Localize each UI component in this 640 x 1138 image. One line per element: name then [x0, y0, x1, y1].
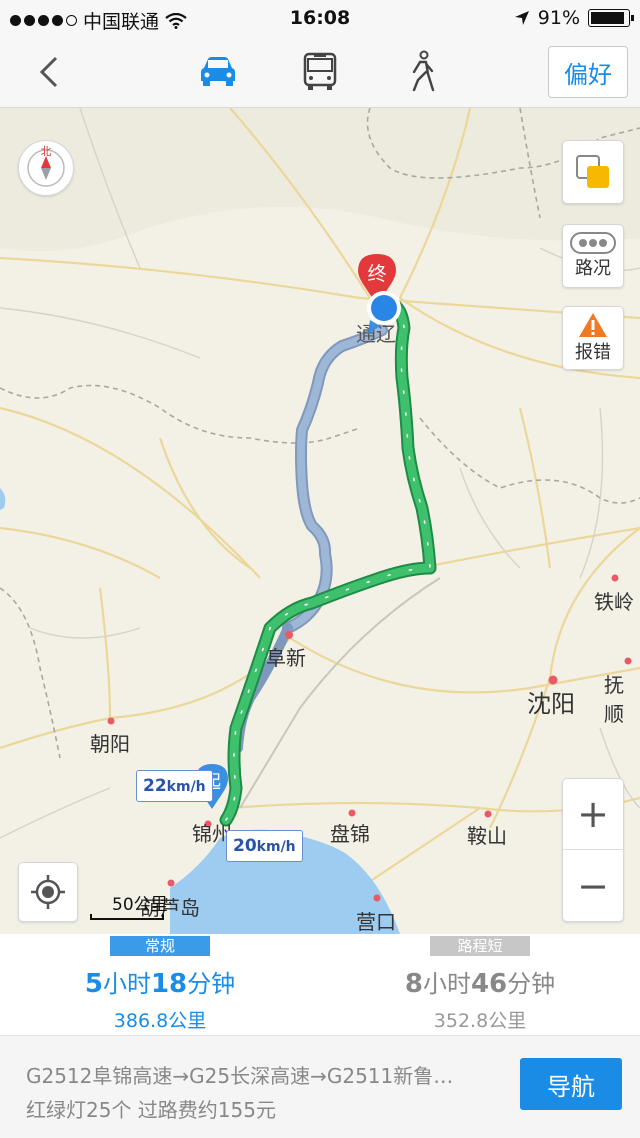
compass-button[interactable]: 北: [18, 140, 74, 196]
speed-tag: 20km/h: [226, 830, 303, 862]
scale-label: 50公里: [112, 895, 168, 915]
report-button[interactable]: 报错: [562, 306, 624, 370]
traffic-button[interactable]: 路况: [562, 224, 624, 288]
back-button[interactable]: [32, 50, 72, 94]
zoom-out-button[interactable]: −: [562, 850, 624, 921]
scale-bar: 50公里: [90, 890, 168, 920]
traffic-icon: [570, 232, 616, 254]
layers-icon: [576, 155, 609, 188]
battery-percent: 91%: [537, 7, 580, 29]
route-option-short[interactable]: 路程短 8小时46分钟 352.8公里: [320, 934, 640, 1036]
route-tag: 路程短: [430, 936, 530, 956]
layers-button[interactable]: [562, 140, 624, 204]
road-summary: G2512阜锦高速→G25长深高速→G2511新鲁…: [26, 1064, 454, 1088]
route-duration: 5小时18分钟: [84, 969, 236, 999]
route-option-normal[interactable]: 常规 5小时18分钟 386.8公里: [0, 934, 320, 1036]
report-label: 报错: [575, 342, 611, 363]
map-base: [0, 108, 640, 934]
preference-button[interactable]: 偏好: [548, 46, 628, 98]
city-yingkou: 营口: [356, 910, 396, 934]
speed-tag: 22km/h: [136, 770, 213, 802]
chevron-left-icon: [39, 56, 58, 88]
nav-bar: 偏好: [0, 36, 640, 108]
mode-car-button[interactable]: [194, 50, 242, 94]
route-distance: 386.8公里: [113, 1010, 207, 1032]
battery-icon: [588, 9, 634, 27]
locate-button[interactable]: [18, 862, 78, 922]
city-chaoyang: 朝阳: [90, 732, 130, 756]
route-tag: 常规: [110, 936, 210, 956]
walk-icon: [412, 50, 435, 92]
map-view[interactable]: 阜新 朝阳 锦州 葫芦岛 盘锦 鞍山 营口 沈阳 铁岭 抚顺 通辽 终 起 22…: [0, 108, 640, 934]
route-distance: 352.8公里: [433, 1010, 527, 1032]
zoom-control: + −: [562, 778, 624, 922]
locate-icon: [31, 875, 65, 909]
location-arrow-icon: [514, 11, 529, 25]
mode-bus-button[interactable]: [296, 50, 344, 94]
route-summary-bar: G2512阜锦高速→G25长深高速→G2511新鲁… 红绿灯25个 过路费约15…: [0, 1036, 640, 1138]
city-fuxin: 阜新: [266, 646, 306, 670]
route-options: 常规 5小时18分钟 386.8公里 路程短 8小时46分钟 352.8公里: [0, 934, 640, 1036]
city-tieling: 铁岭: [594, 590, 634, 614]
navigate-button[interactable]: 导航: [520, 1058, 622, 1110]
end-marker-label: 终: [367, 263, 387, 285]
warning-icon: [579, 313, 607, 337]
compass-north-label: 北: [40, 145, 52, 158]
mode-walk-button[interactable]: [398, 50, 446, 94]
car-icon: [201, 57, 235, 86]
zoom-in-button[interactable]: +: [562, 779, 624, 850]
status-bar: 中国联通 16:08 91%: [0, 0, 640, 36]
city-panjin: 盘锦: [330, 822, 370, 846]
traffic-label: 路况: [575, 258, 611, 279]
traffic-info: 红绿灯25个 过路费约155元: [26, 1098, 276, 1122]
city-anshan: 鞍山: [467, 824, 507, 848]
city-fushun: 抚顺: [604, 673, 624, 726]
bus-icon: [303, 52, 337, 90]
city-shenyang: 沈阳: [527, 690, 575, 718]
route-duration: 8小时46分钟: [404, 969, 556, 999]
current-location-icon: [367, 291, 401, 334]
